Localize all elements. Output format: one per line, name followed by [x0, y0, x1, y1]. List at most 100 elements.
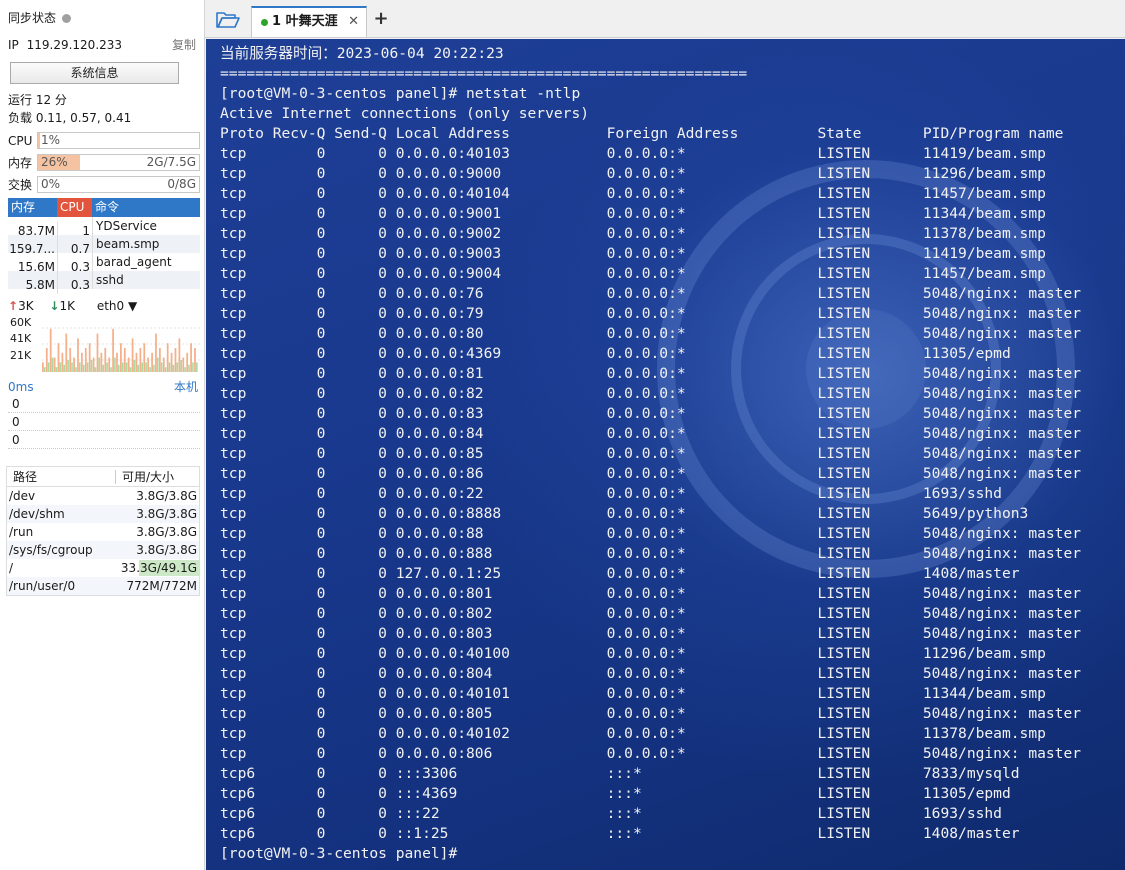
sync-status: 同步状态 [8, 8, 198, 28]
net-download-bar [55, 367, 58, 372]
net-upload-bar [135, 352, 138, 372]
net-download-bar [98, 357, 101, 372]
disk-size: 3.8G/3.8G [136, 525, 197, 539]
disk-row[interactable]: / 33.3G/49.1G [7, 559, 199, 577]
terminal-line: tcp 0 0 0.0.0.0:40104 0.0.0.0:* LISTEN 1… [220, 185, 1046, 202]
terminal-line: tcp 0 0 0.0.0.0:83 0.0.0.0:* LISTEN 5048… [220, 405, 1082, 422]
net-upload-bar [45, 348, 48, 372]
proc-header-mem[interactable]: 内存 [8, 198, 57, 217]
terminal-line: tcp 0 0 0.0.0.0:40102 0.0.0.0:* LISTEN 1… [220, 725, 1046, 742]
net-download-bar [176, 362, 179, 372]
disk-row[interactable]: /run 3.8G/3.8G [7, 523, 199, 541]
net-download-bar [102, 364, 105, 372]
terminal-line: tcp 0 0 0.0.0.0:9001 0.0.0.0:* LISTEN 11… [220, 205, 1046, 222]
net-upload-bar [174, 348, 177, 372]
net-download-bar [164, 367, 167, 372]
net-upload-bar [143, 343, 146, 372]
net-upload-bar [100, 352, 103, 372]
net-upload-bar [194, 348, 196, 372]
net-download-bar [129, 367, 132, 372]
net-tick-41k: 41K [10, 332, 32, 345]
net-upload-bar [178, 338, 181, 372]
net-download-bar [63, 364, 66, 372]
terminal-line: tcp 0 0 0.0.0.0:8888 0.0.0.0:* LISTEN 56… [220, 505, 1029, 522]
process-row[interactable]: 15.6M 0.3 barad_agent [8, 253, 200, 276]
net-upload-bar [151, 352, 153, 372]
terminal-line: [root@VM-0-3-centos panel]# netstat -ntl… [220, 85, 581, 102]
ip-row: IP 119.29.120.233 复制 [8, 35, 198, 55]
net-upload-bar [190, 343, 192, 372]
terminal-line: tcp 0 0 0.0.0.0:806 0.0.0.0:* LISTEN 504… [220, 745, 1082, 762]
proc-header-cpu[interactable]: CPU [57, 198, 92, 217]
folder-button[interactable] [213, 8, 243, 32]
terminal-line: tcp 0 0 0.0.0.0:801 0.0.0.0:* LISTEN 504… [220, 585, 1082, 602]
net-download-bar [79, 362, 81, 372]
net-download-bar [106, 362, 108, 372]
net-upload-bar [131, 338, 134, 372]
connected-dot-icon [261, 19, 268, 26]
net-download-bar [75, 367, 77, 372]
terminal-line: tcp6 0 0 ::1:25 :::* LISTEN 1408/master [220, 825, 1020, 842]
disk-row[interactable]: /dev 3.8G/3.8G [7, 487, 199, 505]
terminal[interactable]: 当前服务器时间：2023-06-04 20:22:23 =============… [206, 39, 1125, 870]
cpu-label: CPU [8, 134, 33, 148]
net-upload-bar [104, 348, 107, 372]
net-download-bar [168, 362, 171, 372]
process-table: 内存 CPU 命令 83.7M 1 YDService 159.7... 0.7 beam.… [8, 198, 200, 294]
net-upload-bar [155, 333, 157, 372]
disk-size: 33.3G/49.1G [120, 561, 197, 575]
system-info-button[interactable]: 系统信息 [10, 62, 179, 84]
latency-target-select[interactable]: 本机 [174, 379, 198, 395]
terminal-line: tcp 0 0 0.0.0.0:9000 0.0.0.0:* LISTEN 11… [220, 165, 1046, 182]
disk-row[interactable]: /sys/fs/cgroup 3.8G/3.8G [7, 541, 199, 559]
net-upload-bar [159, 348, 161, 372]
net-upload-bar [49, 328, 52, 372]
disk-table-header: 路径 可用/大小 [7, 467, 199, 487]
disk-table: 路径 可用/大小 /dev 3.8G/3.8G/dev/shm 3.8G/3.8G /… [6, 466, 200, 596]
download-arrow-icon: ↓ [49, 299, 60, 313]
net-download-bar [125, 362, 128, 372]
network-chart: 60K 41K 21K [8, 316, 200, 372]
mem-meter: 26% 2G/7.5G [37, 154, 200, 171]
proc-cmd: beam.smp [92, 235, 196, 253]
net-upload-bar [139, 348, 142, 372]
ip-address: 119.29.120.233 [26, 38, 123, 52]
load-average: 负载 0.11, 0.57, 0.41 [8, 111, 132, 125]
net-upload-bar [53, 357, 56, 372]
net-download-bar [145, 362, 147, 372]
interface-select[interactable]: eth0 ▼ [97, 299, 137, 313]
terminal-line: tcp6 0 0 :::4369 :::* LISTEN 11305/epmd [220, 785, 1011, 802]
sync-status-label: 同步状态 [8, 11, 57, 25]
latency-value: 0 [12, 433, 20, 447]
disk-size: 3.8G/3.8G [136, 489, 197, 503]
process-row[interactable]: 5.8M 0.3 sshd [8, 271, 200, 294]
cpu-percent: 1% [41, 133, 61, 147]
disk-size: 3.8G/3.8G [136, 543, 197, 557]
net-download-bar [172, 364, 175, 372]
close-icon[interactable]: ✕ [348, 14, 359, 30]
latency-ms: 0ms [8, 380, 34, 394]
proc-header-cmd[interactable]: 命令 [92, 198, 200, 217]
tab-session-1[interactable]: 1 叶舞天涯 ✕ [251, 6, 367, 37]
disk-row[interactable]: /run/user/0 772M/772M [7, 577, 199, 595]
net-upload-bar [170, 352, 173, 372]
copy-ip-button[interactable]: 复制 [172, 35, 196, 55]
net-upload-bar [127, 357, 130, 372]
new-tab-button[interactable]: + [371, 8, 391, 30]
net-upload-bar [65, 333, 68, 372]
terminal-line: tcp 0 0 0.0.0.0:22 0.0.0.0:* LISTEN 1693… [220, 485, 1002, 502]
net-upload-bar [84, 348, 87, 372]
process-row[interactable]: 159.7... 0.7 beam.smp [8, 235, 200, 258]
sync-status-dot-icon [62, 14, 72, 23]
net-download-bar [149, 367, 151, 372]
terminal-line: ========================================… [220, 65, 748, 82]
net-upload-bar [108, 357, 111, 372]
proc-cmd: YDService [92, 217, 196, 235]
latency-value: 0 [12, 415, 20, 429]
process-row[interactable]: 83.7M 1 YDService [8, 217, 200, 240]
disk-row[interactable]: /dev/shm 3.8G/3.8G [7, 505, 199, 523]
terminal-line: tcp6 0 0 :::22 :::* LISTEN 1693/sshd [220, 805, 1002, 822]
net-download-bar [137, 364, 140, 372]
chevron-down-icon: ▼ [127, 299, 138, 313]
sidebar: 同步状态 IP 119.29.120.233 复制 系统信息 运行 12 分 负… [0, 0, 205, 870]
